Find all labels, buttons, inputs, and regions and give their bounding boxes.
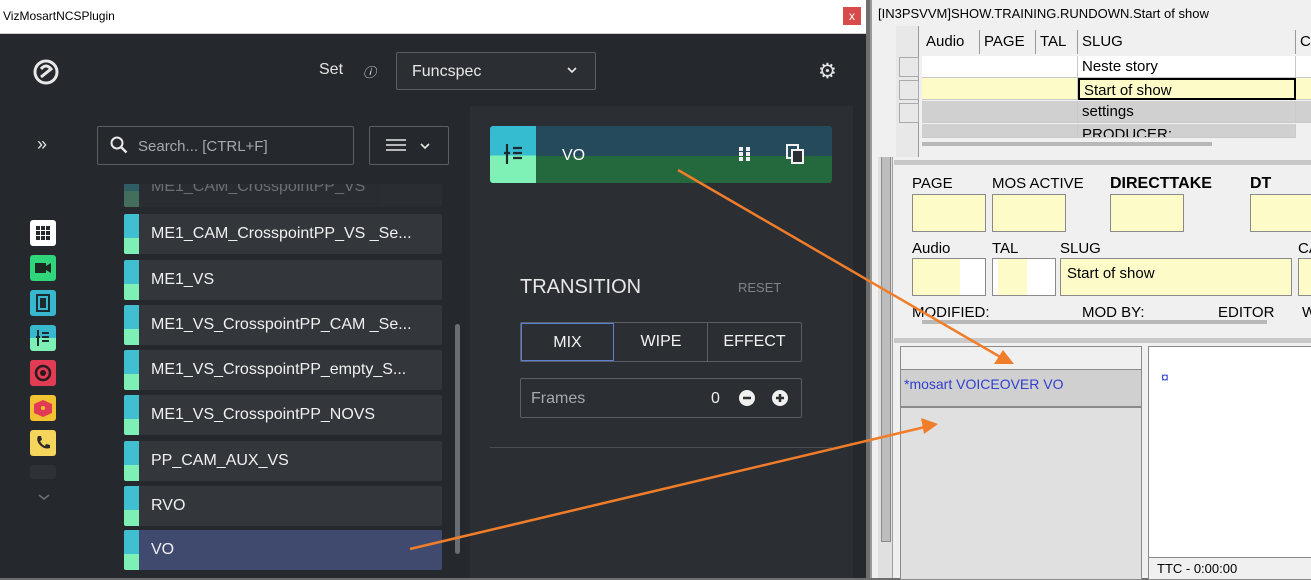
arrow-list-to-mos-area (409, 418, 938, 551)
annotation-arrows (409, 168, 1014, 551)
arrow-card-to-mos-header (677, 168, 1014, 364)
